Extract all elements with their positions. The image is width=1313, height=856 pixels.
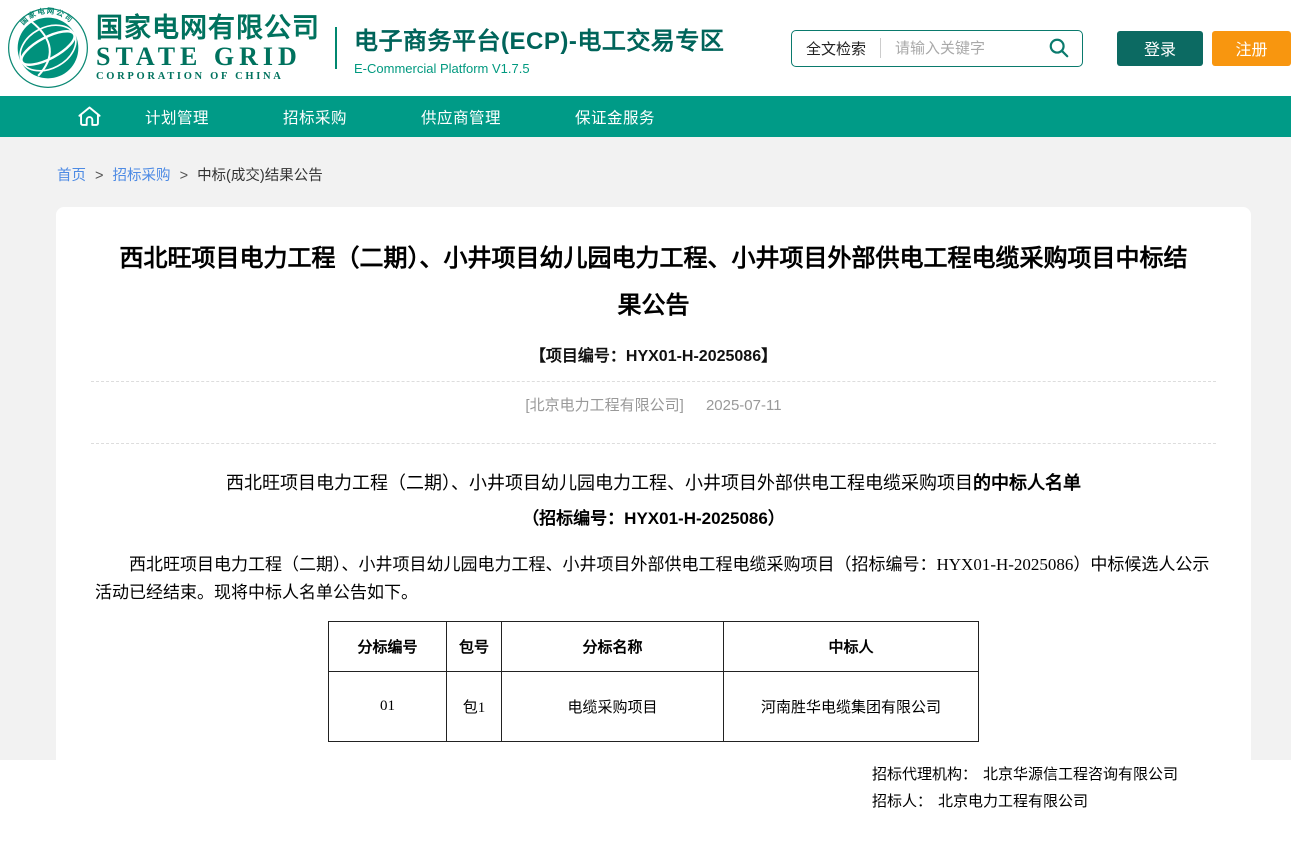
dashed-divider bbox=[91, 443, 1216, 444]
col-header-winner: 中标人 bbox=[724, 622, 979, 672]
home-icon[interactable] bbox=[76, 103, 103, 130]
agency-line: 招标代理机构： 北京华源信工程咨询有限公司 bbox=[872, 762, 1178, 789]
header-divider bbox=[335, 27, 337, 69]
announcement-body: 西北旺项目电力工程（二期）、小井项目幼儿园电力工程、小井项目外部供电工程电缆采购… bbox=[95, 551, 1212, 607]
table-header-row: 分标编号 包号 分标名称 中标人 bbox=[329, 622, 979, 672]
cell-section-no: 01 bbox=[329, 672, 447, 742]
cell-winner: 河南胜华电缆集团有限公司 bbox=[724, 672, 979, 742]
breadcrumb-separator: > bbox=[180, 168, 188, 184]
login-button[interactable]: 登录 bbox=[1117, 31, 1203, 66]
search-box: 全文检索 bbox=[791, 30, 1083, 67]
nav-item-plan-management[interactable]: 计划管理 bbox=[145, 106, 209, 128]
announcement-card: 西北旺项目电力工程（二期）、小井项目幼儿园电力工程、小井项目外部供电工程电缆采购… bbox=[56, 207, 1251, 856]
nav-item-deposit-service[interactable]: 保证金服务 bbox=[575, 106, 655, 128]
winner-table: 分标编号 包号 分标名称 中标人 01 包1 电缆采购项目 河南胜华电缆集团有限… bbox=[328, 621, 979, 742]
state-grid-globe-logo: 国家电网公司 bbox=[7, 7, 89, 89]
col-header-section-no: 分标编号 bbox=[329, 622, 447, 672]
breadcrumb-bidding-link[interactable]: 招标采购 bbox=[113, 168, 171, 184]
platform-subtitle: E-Commercial Platform V1.7.5 bbox=[354, 61, 724, 76]
publisher-name: [北京电力工程有限公司] bbox=[525, 397, 683, 414]
search-input[interactable] bbox=[881, 40, 1048, 57]
logo-en-text: STATE GRID bbox=[96, 43, 320, 70]
table-row: 01 包1 电缆采购项目 河南胜华电缆集团有限公司 bbox=[329, 672, 979, 742]
tender-number-line: （招标编号：HYX01-H-2025086） bbox=[91, 504, 1216, 529]
site-header: 国家电网公司 国家电网有限公司 STATE GRID CORPORATION O… bbox=[0, 0, 1291, 96]
breadcrumb-separator: > bbox=[95, 168, 103, 184]
main-nav: 计划管理 招标采购 供应商管理 保证金服务 bbox=[0, 96, 1291, 137]
publish-date: 2025-07-11 bbox=[706, 397, 782, 414]
tender-contacts: 招标代理机构： 北京华源信工程咨询有限公司 招标人： 北京电力工程有限公司 bbox=[872, 762, 1178, 816]
page-content: 国家电网公司 国家电网有限公司 STATE GRID CORPORATION O… bbox=[0, 0, 1291, 760]
search-icon[interactable] bbox=[1048, 37, 1082, 59]
search-scope-label[interactable]: 全文检索 bbox=[792, 38, 880, 59]
tenderer-name: 北京电力工程有限公司 bbox=[938, 794, 1088, 810]
breadcrumb: 首页 > 招标采购 > 中标(成交)结果公告 bbox=[0, 137, 1291, 185]
project-number: 【项目编号：HYX01-H-2025086】 bbox=[91, 342, 1216, 366]
breadcrumb-current: 中标(成交)结果公告 bbox=[197, 168, 323, 184]
cell-package-no: 包1 bbox=[447, 672, 502, 742]
agency-name: 北京华源信工程咨询有限公司 bbox=[983, 767, 1178, 783]
col-header-package-no: 包号 bbox=[447, 622, 502, 672]
winner-list-heading: 西北旺项目电力工程（二期）、小井项目幼儿园电力工程、小井项目外部供电工程电缆采购… bbox=[91, 469, 1216, 495]
nav-item-bidding-procurement[interactable]: 招标采购 bbox=[283, 106, 347, 128]
col-header-section-name: 分标名称 bbox=[502, 622, 724, 672]
platform-title-block: 电子商务平台(ECP)-电工交易专区 E-Commercial Platform… bbox=[354, 21, 724, 76]
winner-list-heading-project: 西北旺项目电力工程（二期）、小井项目幼儿园电力工程、小井项目外部供电工程电缆采购… bbox=[226, 473, 973, 493]
logo-en-subtext: CORPORATION OF CHINA bbox=[96, 71, 320, 82]
logo-cn-text: 国家电网有限公司 bbox=[96, 14, 320, 44]
cell-section-name: 电缆采购项目 bbox=[502, 672, 724, 742]
tenderer-label: 招标人： bbox=[872, 794, 932, 810]
logo-wordmark: 国家电网有限公司 STATE GRID CORPORATION OF CHINA bbox=[96, 14, 320, 83]
winner-list-heading-suffix: 的中标人名单 bbox=[973, 473, 1081, 493]
nav-item-supplier-management[interactable]: 供应商管理 bbox=[421, 106, 501, 128]
byline: [北京电力工程有限公司] 2025-07-11 bbox=[91, 382, 1216, 428]
register-button[interactable]: 注册 bbox=[1212, 31, 1291, 66]
breadcrumb-home-link[interactable]: 首页 bbox=[57, 168, 86, 184]
agency-label: 招标代理机构： bbox=[872, 767, 977, 783]
platform-title: 电子商务平台(ECP)-电工交易专区 bbox=[354, 21, 724, 56]
tenderer-line: 招标人： 北京电力工程有限公司 bbox=[872, 789, 1178, 816]
page-body: 首页 > 招标采购 > 中标(成交)结果公告 西北旺项目电力工程（二期）、小井项… bbox=[0, 137, 1291, 760]
announcement-title: 西北旺项目电力工程（二期）、小井项目幼儿园电力工程、小井项目外部供电工程电缆采购… bbox=[111, 235, 1196, 329]
